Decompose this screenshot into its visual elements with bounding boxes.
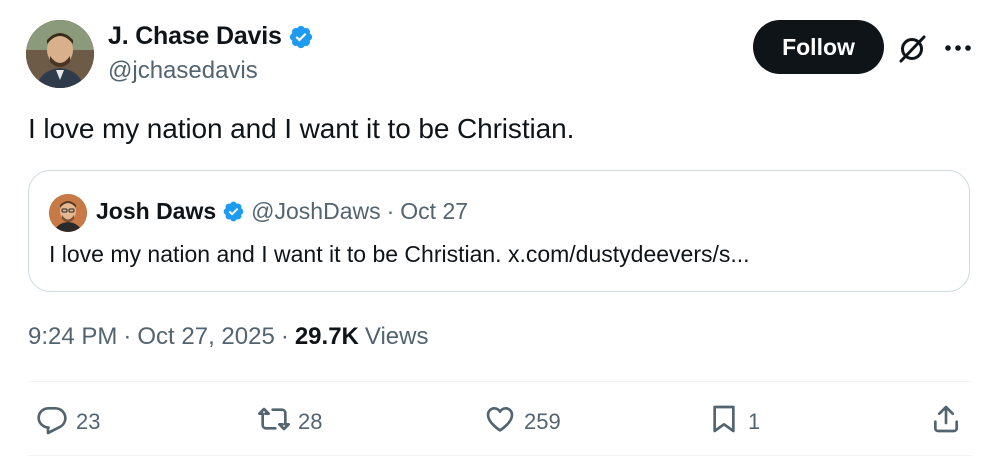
author-handle[interactable]: @jchasedavis <box>108 57 258 85</box>
quoted-author-name: Josh Daws <box>96 198 217 224</box>
tweet-date[interactable]: Oct 27, 2025 <box>137 323 274 351</box>
quoted-tweet-text: I love my nation and I want it to be Chr… <box>49 241 750 267</box>
divider <box>28 381 972 382</box>
tweet-text: I love my nation and I want it to be Chr… <box>28 113 575 144</box>
like-count: 259 <box>524 409 561 434</box>
bookmark-count: 1 <box>748 409 761 434</box>
author-name-row: J. Chase Davis <box>108 22 314 51</box>
tweet-time[interactable]: 9:24 PM <box>28 323 117 351</box>
repost-button[interactable]: 28 <box>258 403 322 441</box>
follow-button[interactable]: Follow <box>753 20 884 74</box>
separator-dot: · <box>123 323 132 350</box>
tweet-meta: 9:24 PM · Oct 27, 2025 · 29.7K Views <box>28 323 428 351</box>
tweet-page: J. Chase Davis @jchasedavis Follow I lov… <box>0 0 1000 461</box>
views-label: Views <box>364 323 429 350</box>
quoted-tweet-date: Oct 27 <box>400 198 469 224</box>
share-button[interactable] <box>930 403 962 441</box>
bookmark-icon <box>708 403 740 441</box>
views-count: 29.7K <box>294 323 359 350</box>
grok-icon[interactable] <box>897 34 927 64</box>
verified-badge-icon <box>288 24 314 50</box>
author-avatar[interactable] <box>26 20 94 88</box>
quoted-tweet-header: Josh Daws @JoshDaws · Oct 27 <box>96 198 468 225</box>
divider <box>28 455 972 456</box>
quoted-author-avatar <box>49 194 87 232</box>
like-button[interactable]: 259 <box>484 403 561 441</box>
bookmark-button[interactable]: 1 <box>708 403 760 441</box>
quoted-author-handle: @JoshDaws <box>251 198 381 224</box>
share-icon <box>930 403 962 441</box>
reply-count: 23 <box>76 409 101 434</box>
verified-badge-icon <box>222 200 245 223</box>
author-display-name[interactable]: J. Chase Davis <box>108 22 282 51</box>
heart-icon <box>484 403 516 441</box>
more-icon[interactable] <box>944 38 972 58</box>
separator-dot: · <box>386 198 395 224</box>
reply-button[interactable]: 23 <box>36 403 100 441</box>
repost-icon <box>258 403 290 441</box>
reply-icon <box>36 403 68 441</box>
repost-count: 28 <box>298 409 323 434</box>
quoted-tweet-card[interactable]: Josh Daws @JoshDaws · Oct 27 I love my n… <box>28 170 970 292</box>
separator-dot: · <box>280 323 289 350</box>
